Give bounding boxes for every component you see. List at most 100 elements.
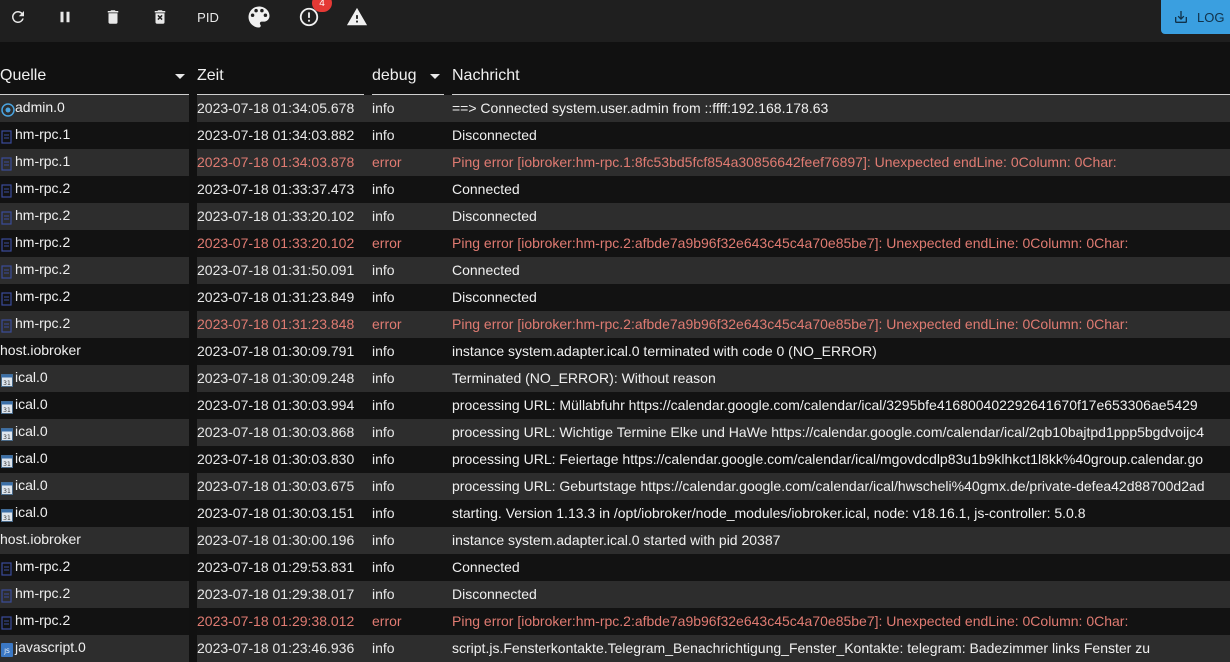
log-source: host.iobroker <box>0 527 189 554</box>
log-source-label: ical.0 <box>15 369 48 385</box>
log-severity: info <box>372 586 395 602</box>
log-source-label: hm-rpc.2 <box>15 315 71 331</box>
log-severity: info <box>372 127 395 143</box>
log-source-label: ical.0 <box>15 423 48 439</box>
log-message: Ping error [iobroker:hm-rpc.2:afbde7a9b9… <box>452 235 1129 251</box>
log-source: 31 ical.0 <box>0 446 189 473</box>
log-time: 2023-07-18 01:33:37.473 <box>197 181 355 197</box>
column-divider <box>189 392 197 419</box>
log-source: 31 ical.0 <box>0 392 189 419</box>
log-source-label: host.iobroker <box>0 342 81 358</box>
download-log-button[interactable]: LOG <box>1161 0 1230 34</box>
log-row: hm-rpc.2 2023-07-18 01:33:37.473 info Conne… <box>0 176 1230 203</box>
log-source: hm-rpc.2 <box>0 230 189 257</box>
column-divider <box>189 338 197 365</box>
column-divider <box>189 365 197 392</box>
pause-icon[interactable] <box>54 0 76 34</box>
delete-file-icon[interactable] <box>149 0 171 34</box>
svg-text:31: 31 <box>3 461 11 468</box>
log-message: instance system.adapter.ical.0 terminate… <box>452 343 877 359</box>
log-source-label: hm-rpc.2 <box>15 612 71 628</box>
log-severity: info <box>372 181 395 197</box>
log-severity: info <box>372 505 395 521</box>
log-source-label: hm-rpc.2 <box>15 180 71 196</box>
log-severity: error <box>372 613 402 629</box>
hm-rpc-icon <box>1 127 13 144</box>
ical-icon: 31 <box>1 397 13 414</box>
pid-button[interactable]: PID <box>194 0 222 34</box>
palette-icon[interactable] <box>244 0 274 34</box>
log-severity: info <box>372 640 395 656</box>
log-message: processing URL: Müllabfuhr https://calen… <box>452 397 1198 413</box>
log-source: hm-rpc.2 <box>0 257 189 284</box>
column-divider <box>189 311 197 338</box>
log-time: 2023-07-18 01:30:03.994 <box>197 397 355 413</box>
log-message: Connected <box>452 559 520 575</box>
column-divider <box>189 203 197 230</box>
ical-icon: 31 <box>1 505 13 522</box>
log-time: 2023-07-18 01:34:03.882 <box>197 127 355 143</box>
log-row: hm-rpc.2 2023-07-18 01:29:38.017 info Disco… <box>0 581 1230 608</box>
source-filter[interactable]: Quelle <box>0 64 189 95</box>
refresh-icon[interactable] <box>7 0 29 34</box>
warning-icon[interactable] <box>345 0 369 34</box>
svg-text:31: 31 <box>3 407 11 414</box>
log-message: Terminated (NO_ERROR): Without reason <box>452 370 716 386</box>
log-source-label: hm-rpc.1 <box>15 153 71 169</box>
log-source: admin.0 <box>0 95 189 122</box>
time-column-label: Zeit <box>197 67 224 84</box>
log-severity: info <box>372 424 395 440</box>
source-column-label: Quelle <box>0 67 47 84</box>
log-source-label: hm-rpc.2 <box>15 288 71 304</box>
log-button-label: LOG <box>1197 9 1225 25</box>
log-source-label: hm-rpc.2 <box>15 261 71 277</box>
log-message: Disconnected <box>452 208 537 224</box>
log-source: hm-rpc.2 <box>0 203 189 230</box>
log-time: 2023-07-18 01:30:03.151 <box>197 505 355 521</box>
log-row: hm-rpc.1 2023-07-18 01:34:03.878 error Ping… <box>0 149 1230 176</box>
column-divider <box>189 230 197 257</box>
log-severity: info <box>372 397 395 413</box>
hm-rpc-icon <box>1 613 13 630</box>
column-divider <box>189 419 197 446</box>
severity-filter[interactable]: debug <box>372 64 444 95</box>
log-message: processing URL: Geburtstage https://cale… <box>452 478 1205 494</box>
log-message: Disconnected <box>452 289 537 305</box>
log-message: Ping error [iobroker:hm-rpc.2:afbde7a9b9… <box>452 316 1129 332</box>
log-message: instance system.adapter.ical.0 started w… <box>452 532 781 548</box>
log-source: 31 ical.0 <box>0 500 189 527</box>
log-time: 2023-07-18 01:29:38.017 <box>197 586 355 602</box>
log-time: 2023-07-18 01:30:09.791 <box>197 343 355 359</box>
log-time: 2023-07-18 01:23:46.936 <box>197 640 355 656</box>
delete-icon[interactable] <box>102 0 124 34</box>
log-source-label: hm-rpc.2 <box>15 558 71 574</box>
log-row: 31 ical.0 2023-07-18 01:30:03.151 info start… <box>0 500 1230 527</box>
log-message: Disconnected <box>452 127 537 143</box>
log-source: 31 ical.0 <box>0 365 189 392</box>
log-source-label: hm-rpc.2 <box>15 207 71 223</box>
log-time: 2023-07-18 01:31:50.091 <box>197 262 355 278</box>
column-divider <box>189 635 197 662</box>
log-message: script.js.Fensterkontakte.Telegram_Benac… <box>452 640 1150 656</box>
hm-rpc-icon <box>1 316 13 333</box>
hm-rpc-icon <box>1 289 13 306</box>
svg-text:31: 31 <box>3 515 11 522</box>
log-severity: info <box>372 100 395 116</box>
log-row: hm-rpc.2 2023-07-18 01:29:53.831 info Conne… <box>0 554 1230 581</box>
log-message: processing URL: Wichtige Termine Elke un… <box>452 424 1205 440</box>
log-row: hm-rpc.2 2023-07-18 01:31:50.091 info Conne… <box>0 257 1230 284</box>
time-column-header: Zeit <box>197 64 364 95</box>
log-row: 31 ical.0 2023-07-18 01:30:03.868 info proce… <box>0 419 1230 446</box>
log-severity: info <box>372 532 395 548</box>
log-time: 2023-07-18 01:34:05.678 <box>197 100 355 116</box>
svg-text:31: 31 <box>3 488 11 495</box>
ical-icon: 31 <box>1 370 13 387</box>
hm-rpc-icon <box>1 181 13 198</box>
column-divider <box>189 554 197 581</box>
chevron-down-icon <box>430 74 440 79</box>
log-time: 2023-07-18 01:34:03.878 <box>197 154 355 170</box>
log-row: 31 ical.0 2023-07-18 01:30:03.675 info proce… <box>0 473 1230 500</box>
hm-rpc-icon <box>1 154 13 171</box>
log-source: 31 ical.0 <box>0 419 189 446</box>
hm-rpc-icon <box>1 586 13 603</box>
